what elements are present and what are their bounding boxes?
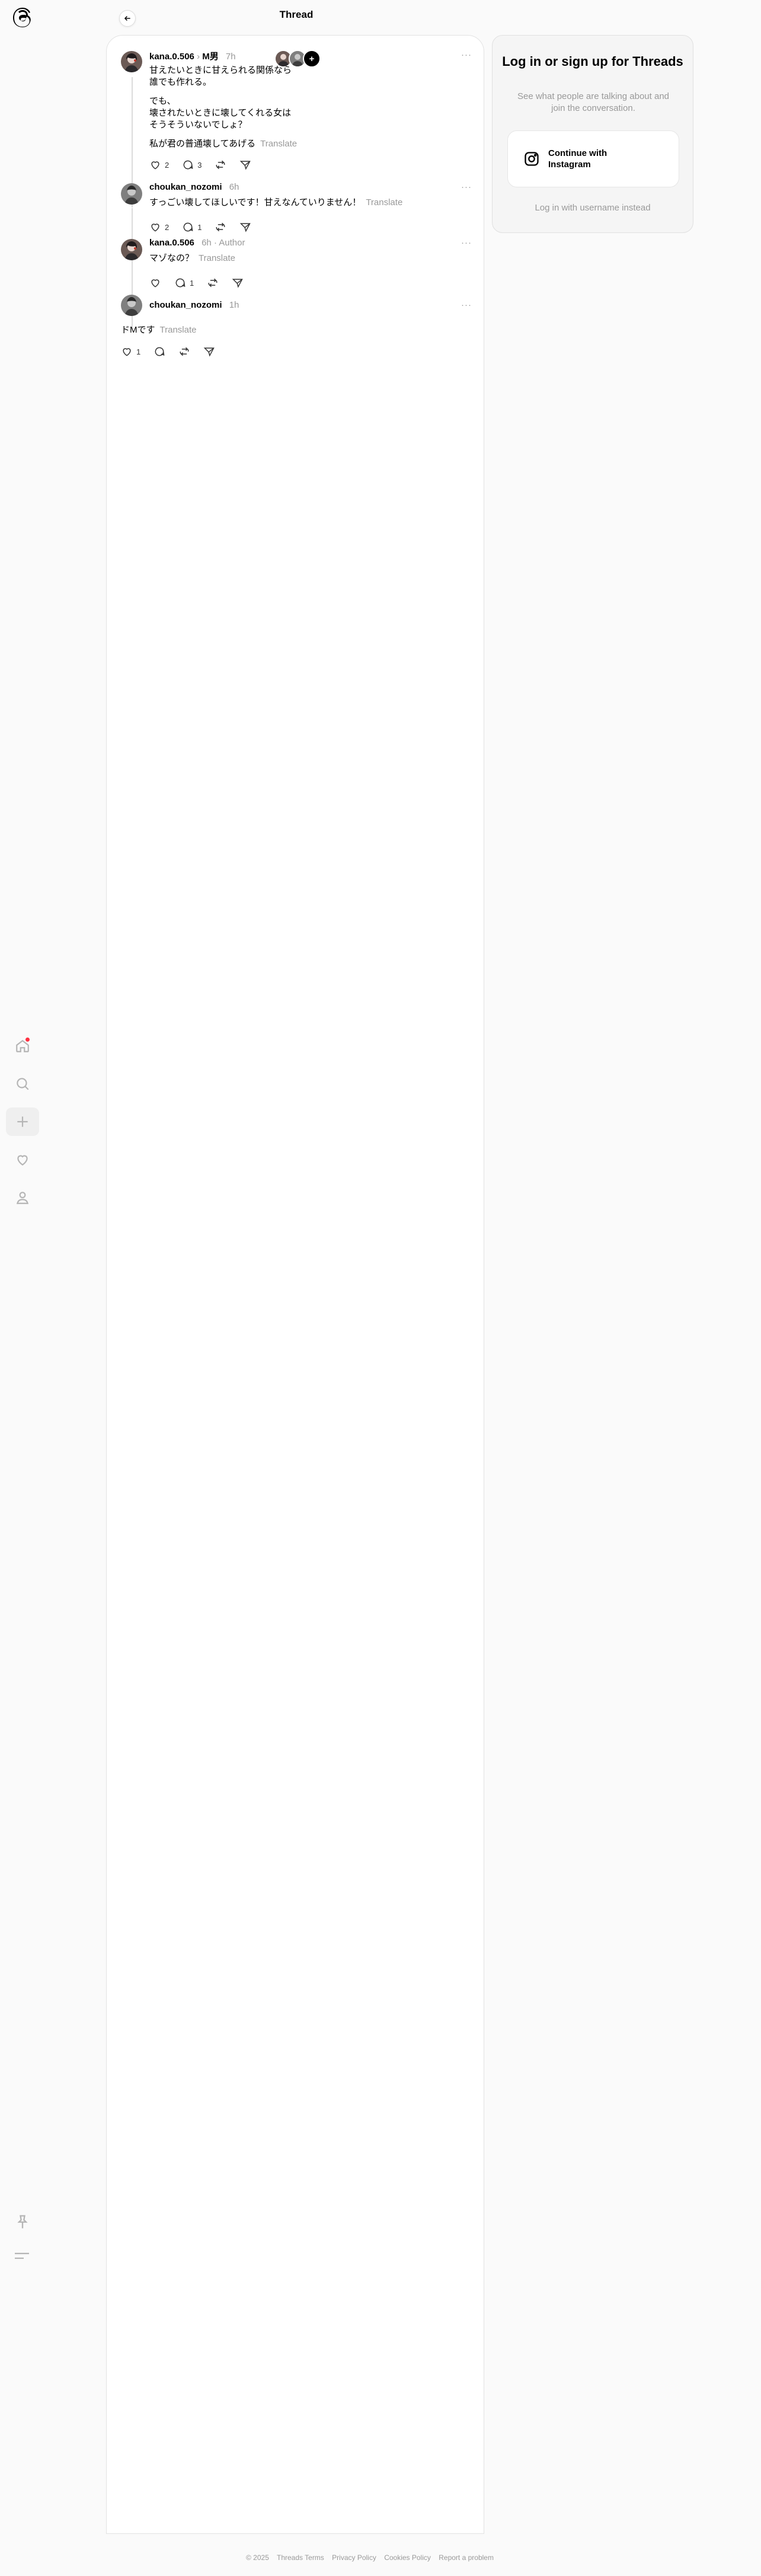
send-icon: [203, 347, 215, 357]
nav-create[interactable]: [6, 1107, 39, 1136]
nav-activity[interactable]: [6, 1145, 39, 1174]
reply-count: 3: [197, 160, 202, 170]
repost-icon: [216, 222, 225, 232]
avatar[interactable]: [121, 295, 142, 316]
repost-icon: [208, 278, 218, 288]
username-login-link[interactable]: Log in with username instead: [493, 203, 693, 213]
more-options-icon[interactable]: ···: [461, 182, 472, 192]
reply-button[interactable]: 1: [174, 277, 194, 289]
share-button[interactable]: [239, 159, 251, 171]
post-text: マゾなの？ Translate: [149, 253, 235, 263]
search-icon: [17, 1078, 29, 1090]
send-icon: [232, 279, 243, 288]
reply-count: 1: [197, 222, 202, 232]
more-options-icon[interactable]: ···: [461, 300, 472, 310]
login-subtitle: See what people are talking about and jo…: [517, 91, 670, 113]
repost-button[interactable]: [215, 221, 226, 233]
share-button[interactable]: [232, 277, 244, 289]
comment-icon: [183, 160, 193, 170]
thread-feed: kana.0.506 › M男 7h + ··· 甘えたいときに甘えられる関係な…: [106, 35, 484, 2534]
avatar[interactable]: [121, 239, 142, 260]
author-badge: Author: [219, 238, 245, 248]
timestamp: 6h: [202, 238, 212, 248]
repost-button[interactable]: [178, 346, 190, 357]
add-participant-button[interactable]: +: [303, 50, 321, 68]
heart-icon: [17, 1155, 28, 1166]
like-button[interactable]: [149, 277, 161, 289]
comment-icon: [175, 278, 186, 288]
translate-link[interactable]: Translate: [160, 325, 197, 335]
threads-logo-icon[interactable]: [12, 7, 33, 28]
post-text: 甘えたいときに甘えられる関係なら 誰でも作れる。 でも、 壊されたいときに壊して…: [149, 65, 298, 149]
reply-button[interactable]: 3: [182, 159, 202, 171]
heart-icon: [151, 161, 159, 170]
pin-icon[interactable]: [14, 2214, 31, 2230]
like-count: 2: [165, 160, 170, 170]
nav-home[interactable]: [6, 1032, 39, 1060]
page-title: Thread: [279, 9, 314, 20]
like-count: 1: [136, 347, 141, 356]
timestamp: 7h: [225, 52, 236, 62]
person-icon: [16, 1192, 29, 1204]
username[interactable]: choukan_nozomi: [149, 300, 222, 310]
copyright: © 2025: [246, 2553, 269, 2562]
timestamp: 6h: [229, 182, 239, 192]
login-title: Log in or sign up for Threads: [502, 54, 683, 69]
reply-button[interactable]: [154, 346, 165, 357]
menu-icon[interactable]: [13, 2249, 31, 2263]
translate-link[interactable]: Translate: [366, 197, 402, 208]
left-rail: [0, 0, 45, 2576]
repost-button[interactable]: [215, 159, 226, 171]
instagram-icon: [525, 152, 539, 166]
footer-link-privacy[interactable]: Privacy Policy: [332, 2553, 376, 2562]
comment-icon: [183, 222, 193, 232]
notification-dot: [25, 1038, 30, 1042]
like-button[interactable]: 2: [149, 221, 169, 233]
comment-icon: [155, 347, 165, 356]
avatar[interactable]: [121, 183, 142, 205]
translate-link[interactable]: Translate: [260, 139, 297, 149]
avatar[interactable]: [121, 51, 142, 72]
share-button[interactable]: [203, 346, 215, 357]
instagram-button-label: Continue with Instagram: [548, 148, 607, 170]
footer-link-report[interactable]: Report a problem: [439, 2553, 494, 2562]
post-text: ドMです Translate: [121, 325, 197, 335]
heart-icon: [123, 348, 131, 356]
send-icon: [240, 161, 251, 170]
footer: © 2025 Threads Terms Privacy Policy Cook…: [246, 2553, 500, 2562]
timestamp: 1h: [229, 300, 239, 310]
repost-button[interactable]: [207, 277, 219, 289]
repost-icon: [216, 160, 225, 170]
nav-search[interactable]: [6, 1070, 39, 1098]
post-text: すっごい壊してほしいです！甘えなんていりません！ Translate: [149, 197, 403, 208]
repost-icon: [180, 347, 189, 356]
share-button[interactable]: [239, 221, 251, 233]
like-button[interactable]: 2: [149, 159, 169, 171]
plus-icon: [17, 1116, 28, 1127]
more-options-icon[interactable]: ···: [461, 50, 472, 60]
footer-link-cookies[interactable]: Cookies Policy: [384, 2553, 431, 2562]
heart-icon: [151, 224, 159, 232]
like-button[interactable]: 1: [121, 346, 140, 357]
like-count: 2: [165, 222, 170, 232]
footer-link-terms[interactable]: Threads Terms: [277, 2553, 324, 2562]
username[interactable]: kana.0.506: [149, 52, 194, 62]
separator: ›: [197, 52, 203, 62]
send-icon: [240, 223, 251, 232]
continue-with-instagram-button[interactable]: Continue with Instagram: [507, 130, 679, 187]
topic-tag[interactable]: M男: [202, 52, 219, 62]
heart-icon: [151, 279, 159, 288]
username[interactable]: kana.0.506: [149, 238, 194, 248]
username[interactable]: choukan_nozomi: [149, 182, 222, 192]
more-options-icon[interactable]: ···: [461, 238, 472, 248]
reply-count: 1: [190, 278, 194, 288]
reply-button[interactable]: 1: [182, 221, 202, 233]
translate-link[interactable]: Translate: [199, 253, 235, 263]
nav-profile[interactable]: [6, 1183, 39, 1212]
login-card: Log in or sign up for Threads See what p…: [492, 35, 693, 233]
